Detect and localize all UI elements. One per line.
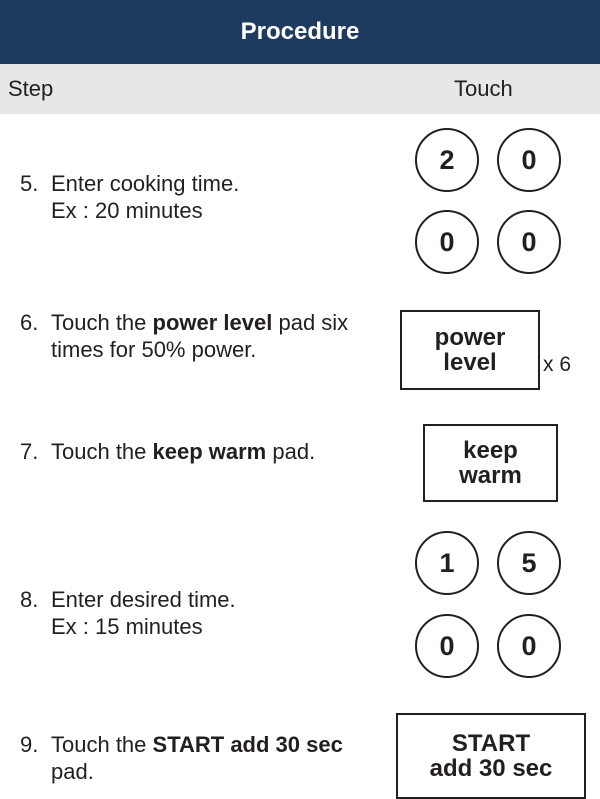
press-count: x 6 bbox=[543, 353, 572, 376]
pad-label-line1: power bbox=[434, 324, 506, 351]
pad-label-line1: START bbox=[451, 730, 531, 757]
step-text: Touch the START add 30 sec pad. bbox=[51, 731, 361, 785]
step-number: 8. bbox=[20, 587, 39, 612]
keypad-0-button[interactable]: 0 bbox=[497, 210, 561, 274]
power-level-button[interactable]: power level bbox=[400, 310, 540, 390]
step-instruction: Enter cooking time. bbox=[51, 171, 240, 196]
keypad-0-button[interactable]: 0 bbox=[497, 614, 561, 678]
step-text-end: pad. bbox=[51, 759, 94, 784]
procedure-header: Procedure bbox=[0, 0, 600, 64]
touch-column-label: Touch bbox=[454, 76, 513, 101]
step-pad-name: START add 30 sec bbox=[152, 732, 343, 757]
step-column-label: Step bbox=[8, 76, 54, 101]
step-number: 7. bbox=[20, 439, 39, 464]
step-text: Enter cooking time. Ex : 20 minutes bbox=[51, 170, 361, 224]
keypad-0-button[interactable]: 0 bbox=[415, 210, 479, 274]
column-header-row: Step Touch bbox=[0, 64, 600, 114]
keep-warm-button[interactable]: keep warm bbox=[423, 424, 558, 502]
keypad-0-button[interactable]: 0 bbox=[497, 128, 561, 192]
step-example: Ex : 15 minutes bbox=[51, 614, 203, 639]
step-number: 5. bbox=[20, 171, 39, 196]
pad-label-line2: warm bbox=[459, 462, 522, 489]
step-example: Ex : 20 minutes bbox=[51, 198, 203, 223]
step-pad-name: keep warm bbox=[152, 439, 267, 464]
step-text-start: Touch the bbox=[51, 439, 153, 464]
pad-label-line2: add 30 sec bbox=[429, 755, 553, 782]
pad-label-line1: keep bbox=[463, 437, 518, 464]
start-add-30-sec-button[interactable]: START add 30 sec bbox=[396, 713, 586, 799]
step-number: 6. bbox=[20, 310, 39, 335]
step-text-end: pad. bbox=[266, 439, 316, 464]
step-instruction: Enter desired time. bbox=[51, 587, 236, 612]
step-text-start: Touch the bbox=[51, 310, 153, 335]
step-text: Enter desired time. Ex : 15 minutes bbox=[51, 586, 361, 640]
pad-label-line2: level bbox=[443, 349, 497, 376]
keypad-0-button[interactable]: 0 bbox=[415, 614, 479, 678]
procedure-title: Procedure bbox=[240, 18, 360, 45]
step-text: Touch the keep warm pad. bbox=[51, 438, 361, 465]
keypad-1-button[interactable]: 1 bbox=[415, 531, 479, 595]
step-number: 9. bbox=[20, 732, 39, 757]
keypad-5-button[interactable]: 5 bbox=[497, 531, 561, 595]
step-text: Touch the power level pad six times for … bbox=[51, 309, 361, 363]
step-text-start: Touch the bbox=[51, 732, 153, 757]
step-pad-name: power level bbox=[152, 310, 273, 335]
keypad-2-button[interactable]: 2 bbox=[415, 128, 479, 192]
